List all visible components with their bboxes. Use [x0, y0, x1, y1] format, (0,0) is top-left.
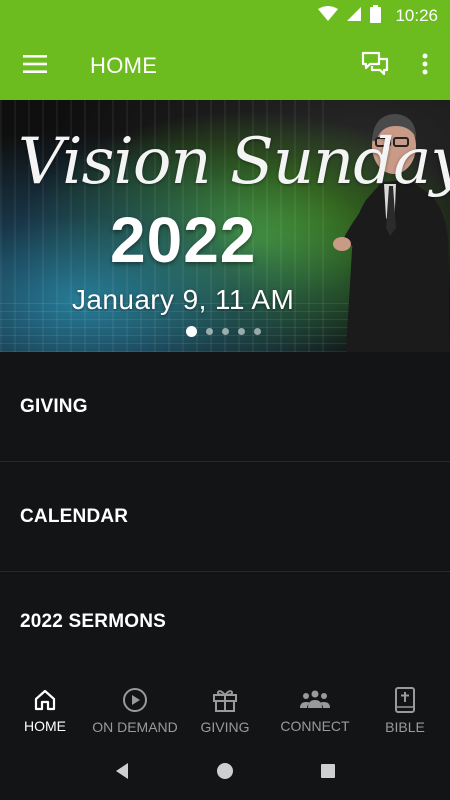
chat-button[interactable]: [350, 32, 400, 100]
carousel-dot[interactable]: [186, 326, 197, 337]
nav-bible[interactable]: BIBLE: [360, 670, 450, 746]
nav-home[interactable]: HOME: [0, 670, 90, 746]
carousel-dot[interactable]: [238, 328, 245, 335]
nav-on-demand[interactable]: ON DEMAND: [90, 670, 180, 746]
banner-year: 2022: [110, 204, 257, 276]
system-nav-bar: [0, 746, 450, 800]
wifi-icon: [318, 5, 339, 27]
list-item-giving[interactable]: GIVING: [0, 352, 450, 462]
list-item-2022-sermons[interactable]: 2022 SERMONS: [0, 572, 450, 672]
bottom-nav: HOME ON DEMAND GIVING CONNECT BIBLE: [0, 670, 450, 746]
menu-button[interactable]: [0, 32, 70, 100]
carousel-dot[interactable]: [206, 328, 213, 335]
gift-icon: [212, 687, 238, 713]
overflow-menu-button[interactable]: [400, 32, 450, 100]
nav-on-demand-label: ON DEMAND: [92, 719, 178, 735]
nav-connect-label: CONNECT: [280, 718, 350, 734]
nav-connect[interactable]: CONNECT: [270, 670, 360, 746]
recents-icon: [320, 763, 336, 784]
system-recents-button[interactable]: [308, 753, 348, 793]
home-icon: [33, 688, 57, 712]
battery-icon: [370, 4, 382, 28]
system-back-button[interactable]: [102, 753, 142, 793]
cell-signal-icon: [346, 6, 362, 27]
carousel-dot[interactable]: [222, 328, 229, 335]
bible-icon: [394, 687, 416, 713]
nav-home-label: HOME: [24, 718, 66, 734]
page-title: HOME: [90, 53, 158, 78]
chat-bubbles-icon: [361, 51, 389, 82]
play-circle-icon: [122, 687, 148, 713]
nav-giving-label: GIVING: [200, 719, 250, 735]
nav-bible-label: BIBLE: [385, 719, 425, 735]
banner-script-title: Vision Sunday: [18, 125, 450, 199]
list-item-calendar[interactable]: CALENDAR: [0, 462, 450, 572]
hamburger-menu-icon: [23, 54, 47, 78]
app-bar: HOME: [0, 32, 450, 100]
home-circle-icon: [216, 762, 234, 785]
status-time: 10:26: [395, 6, 438, 25]
status-bar: 10:26: [0, 0, 450, 32]
system-home-button[interactable]: [205, 753, 245, 793]
banner-carousel[interactable]: Vision Sunday 2022 January 9, 11 AM: [0, 100, 450, 352]
menu-list: GIVING CALENDAR 2022 SERMONS: [0, 352, 450, 672]
carousel-dot[interactable]: [254, 328, 261, 335]
more-vert-icon: [422, 53, 428, 80]
carousel-indicator: [186, 326, 261, 337]
nav-giving[interactable]: GIVING: [180, 670, 270, 746]
back-icon: [114, 762, 130, 785]
banner-date: January 9, 11 AM: [72, 284, 295, 315]
group-icon: [299, 688, 331, 712]
